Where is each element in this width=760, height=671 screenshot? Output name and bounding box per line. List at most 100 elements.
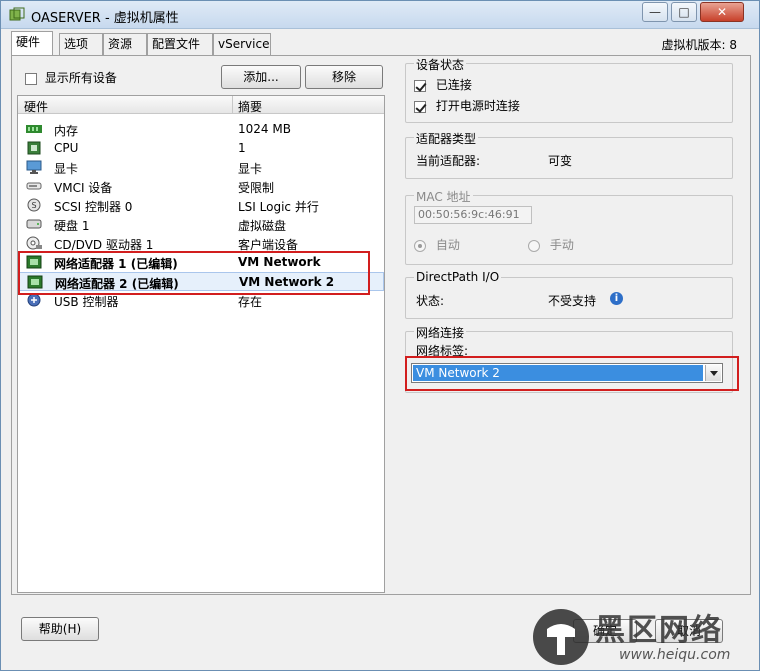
mac-auto-radio[interactable]: 自动 [414,236,460,253]
svg-text:S: S [31,201,36,210]
connect-at-power-on-box[interactable] [414,100,426,113]
hardware-name: 显卡 [54,162,79,176]
mac-address-field[interactable]: 00:50:56:9c:46:91 [414,206,532,224]
mac-manual-label: 手动 [549,238,574,252]
directpath-status-label: 状态: [416,294,445,308]
mac-address-legend: MAC 地址 [414,188,473,205]
usb-icon [27,293,41,307]
close-button[interactable]: ✕ [700,2,744,22]
list-item-usb[interactable]: USB 控制器 存在 [18,291,384,310]
scsi-icon: S [27,198,41,212]
list-item-harddisk[interactable]: 硬盘 1 虚拟磁盘 [18,215,384,234]
window-title: OASERVER - 虚拟机属性 [31,11,179,26]
list-item-display[interactable]: 显卡 显卡 [18,158,384,177]
watermark: 黑区网络 www.heiqu.com [529,601,760,671]
maximize-button[interactable]: □ [671,2,697,22]
minimize-button[interactable]: — [642,2,668,22]
hardware-summary: 存在 [238,295,263,309]
mac-auto-radio-dot[interactable] [414,239,426,252]
directpath-group: DirectPath I/O 状态: 不受支持 i [405,270,733,319]
connected-checkbox[interactable]: 已连接 [414,76,472,93]
connect-at-power-on-checkbox[interactable]: 打开电源时连接 [414,97,520,114]
mac-address-group: MAC 地址 00:50:56:9c:46:91 自动 手动 [405,188,733,265]
remove-device-button[interactable]: 移除 [305,65,383,89]
list-item-cpu[interactable]: CPU 1 [18,139,384,158]
vm-app-icon [9,7,25,21]
connected-checkbox-box[interactable] [414,79,426,92]
list-item-vmci[interactable]: VMCI 设备 受限制 [18,177,384,196]
hardware-summary: 1024 MB [238,122,291,136]
show-all-devices-checkbox[interactable]: 显示所有设备 [25,69,117,86]
network-connection-group: 网络连接 网络标签: [405,324,733,393]
directpath-status-value: 不受支持 [548,294,597,308]
watermark-url: www.heiqu.com [619,647,731,663]
nic-icon [27,275,43,289]
hardware-summary: 受限制 [238,181,275,195]
directpath-legend: DirectPath I/O [414,270,502,284]
tab-options[interactable]: 选项 [59,33,103,55]
vm-properties-window: OASERVER - 虚拟机属性 — □ ✕ 硬件 选项 资源 配置文件 vSe… [0,0,760,671]
vmci-icon [26,182,42,190]
watermark-logo-icon [533,609,589,665]
title-bar[interactable]: OASERVER - 虚拟机属性 — □ ✕ [1,1,759,29]
column-hardware[interactable]: 硬件 [24,98,48,115]
mac-manual-radio-dot[interactable] [528,239,540,252]
connect-at-power-on-label: 打开电源时连接 [435,99,520,113]
tab-hardware[interactable]: 硬件 [11,31,53,55]
hardware-name: USB 控制器 [54,295,119,309]
column-summary[interactable]: 摘要 [238,98,262,115]
network-label-dropdown[interactable]: VM Network 2 [411,363,723,383]
network-label-caption: 网络标签: [416,344,469,358]
list-item-cdrom[interactable]: CD/DVD 驱动器 1 客户端设备 [18,234,384,253]
help-button[interactable]: 帮助(H) [21,617,99,641]
list-item-network-adapter-2[interactable]: 网络适配器 2 (已编辑) VM Network 2 [18,272,384,291]
disk-icon [26,219,42,229]
list-item-network-adapter-1[interactable]: 网络适配器 1 (已编辑) VM Network [18,253,384,272]
current-adapter-value: 可变 [548,154,573,168]
hardware-name: 网络适配器 1 (已编辑) [54,257,178,271]
memory-icon [26,125,42,133]
vm-version-label: 虚拟机版本: 8 [661,38,738,52]
tab-vservice[interactable]: vService [213,33,271,55]
hardware-summary: 1 [238,141,246,155]
hardware-name: 内存 [54,124,79,138]
hardware-summary: 客户端设备 [238,238,299,252]
mac-manual-radio[interactable]: 手动 [528,236,574,253]
hardware-name: 网络适配器 2 (已编辑) [55,277,179,291]
nic-icon [26,255,42,269]
tab-resources[interactable]: 资源 [103,33,147,55]
hardware-summary: 显卡 [238,162,263,176]
cdrom-icon [26,236,42,250]
hardware-list[interactable]: 硬件 摘要 内存 1024 MB CPU 1 显卡 显卡 VMCI 设备 受限制… [17,95,385,593]
adapter-type-group: 适配器类型 当前适配器: 可变 [405,130,733,179]
add-device-button[interactable]: 添加... [221,65,301,89]
tab-profiles[interactable]: 配置文件 [147,33,213,55]
display-icon [26,160,42,174]
chevron-down-icon[interactable] [705,365,721,381]
hardware-summary: VM Network [238,255,321,269]
hardware-summary: VM Network 2 [239,275,335,289]
connected-label: 已连接 [435,78,472,92]
network-label-selected-value: VM Network 2 [413,365,703,381]
mac-auto-label: 自动 [435,238,460,252]
adapter-type-legend: 适配器类型 [414,130,479,147]
hardware-summary: LSI Logic 并行 [238,200,319,214]
hardware-summary: 虚拟磁盘 [238,219,287,233]
current-adapter-label: 当前适配器: [416,154,481,168]
hardware-name: VMCI 设备 [54,181,113,195]
show-all-devices-label: 显示所有设备 [44,71,117,85]
watermark-brand: 黑区网络 [595,613,723,648]
hardware-name: CD/DVD 驱动器 1 [54,238,154,252]
device-status-group: 设备状态 已连接 打开电源时连接 [405,56,733,123]
list-item-memory[interactable]: 内存 1024 MB [18,120,384,139]
show-all-checkbox-box[interactable] [25,72,37,85]
hardware-name: SCSI 控制器 0 [54,200,133,214]
hardware-name: CPU [54,141,79,155]
cpu-icon [27,141,41,155]
network-connection-legend: 网络连接 [414,324,467,341]
hardware-list-header: 硬件 摘要 [18,96,384,114]
info-icon[interactable]: i [610,292,623,305]
hardware-name: 硬盘 1 [54,219,90,233]
device-status-legend: 设备状态 [414,56,467,73]
list-item-scsi[interactable]: S SCSI 控制器 0 LSI Logic 并行 [18,196,384,215]
